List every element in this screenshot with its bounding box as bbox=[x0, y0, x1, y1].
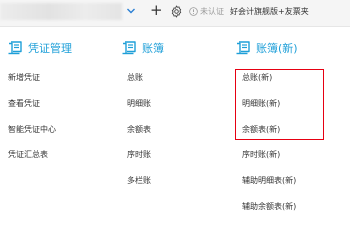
ledger-icon bbox=[122, 41, 136, 55]
company-name[interactable]: 好会计旗舰版+友票夹 bbox=[230, 6, 309, 17]
section-title: 凭证管理 bbox=[28, 42, 72, 55]
section-title: 账簿(新) bbox=[256, 42, 298, 55]
gear-icon[interactable] bbox=[170, 5, 183, 18]
menu-item-aux-balance-new[interactable]: 辅助余额表(新) bbox=[242, 202, 298, 228]
ledger-section: 账簿 总账 明细账 余额表 序时账 多栏账 bbox=[121, 40, 164, 202]
section-header: 账簿(新) bbox=[235, 40, 298, 56]
warning-icon bbox=[189, 7, 198, 16]
voucher-icon bbox=[8, 41, 22, 55]
menu-item-view-voucher[interactable]: 查看凭证 bbox=[8, 99, 72, 125]
unverified-label: 未认证 bbox=[200, 7, 224, 16]
unverified-status[interactable]: 未认证 bbox=[189, 6, 224, 17]
menu-list: 新增凭证 查看凭证 智能凭证中心 凭证汇总表 bbox=[8, 73, 72, 176]
menu-list: 总账 明细账 余额表 序时账 多栏账 bbox=[127, 73, 164, 202]
menu-item-general-ledger[interactable]: 总账 bbox=[127, 73, 164, 99]
menu-item-aux-detail-new[interactable]: 辅助明细表(新) bbox=[242, 176, 298, 202]
menu-item-voucher-summary[interactable]: 凭证汇总表 bbox=[8, 150, 72, 176]
ledger-new-icon bbox=[236, 41, 250, 55]
voucher-management-section: 凭证管理 新增凭证 查看凭证 智能凭证中心 凭证汇总表 bbox=[7, 40, 72, 176]
section-title: 账簿 bbox=[142, 42, 164, 55]
menu-item-journal-new[interactable]: 序时账(新) bbox=[242, 150, 298, 176]
chevron-down-icon[interactable] bbox=[126, 6, 136, 16]
menu-item-multi-column-ledger[interactable]: 多栏账 bbox=[127, 176, 164, 202]
menu-item-balance-sheet[interactable]: 余额表 bbox=[127, 125, 164, 151]
menu-item-journal[interactable]: 序时账 bbox=[127, 150, 164, 176]
highlight-annotation-box bbox=[235, 69, 324, 140]
menu-item-detail-ledger[interactable]: 明细账 bbox=[127, 99, 164, 125]
section-header: 账簿 bbox=[121, 40, 164, 56]
menu-item-new-voucher[interactable]: 新增凭证 bbox=[8, 73, 72, 99]
section-header: 凭证管理 bbox=[7, 40, 72, 56]
top-toolbar: + 未认证 好会计旗舰版+友票夹 bbox=[0, 0, 350, 27]
menu-item-smart-voucher-center[interactable]: 智能凭证中心 bbox=[8, 125, 72, 151]
blurred-tab-area bbox=[0, 3, 122, 20]
plus-icon[interactable]: + bbox=[150, 3, 163, 18]
